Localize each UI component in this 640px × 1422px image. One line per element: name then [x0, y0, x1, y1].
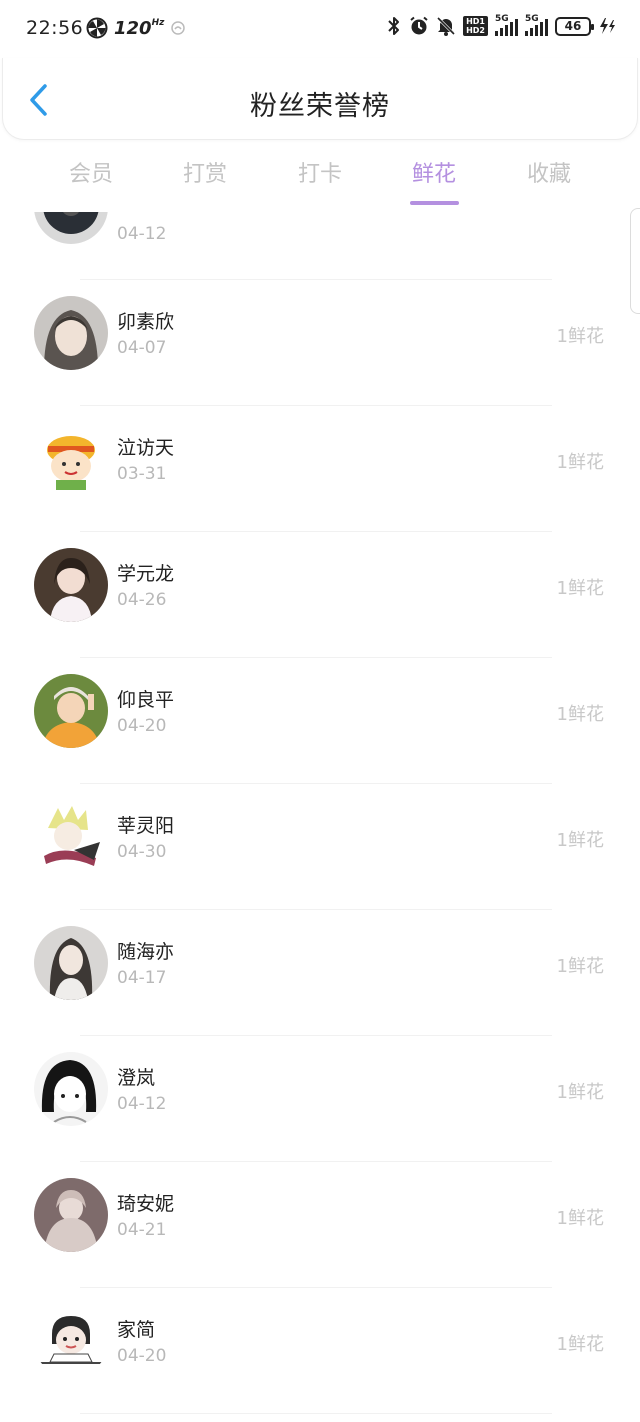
list-item-date: 03-31: [117, 464, 167, 484]
tab-members[interactable]: 会员: [46, 156, 136, 188]
tab-checkin[interactable]: 打卡: [275, 156, 365, 188]
avatar: [34, 674, 108, 748]
status-bar: 22:56 120Hz HD1 HD2 5G 5G 46: [0, 0, 640, 60]
list-item[interactable]: 泣访天 03-31 1鲜花: [0, 406, 640, 532]
list-item[interactable]: 澄岚 04-12 1鲜花: [0, 1036, 640, 1162]
status-right-icons: HD1 HD2 5G 5G 46: [386, 14, 618, 36]
alarm-icon: [410, 16, 428, 35]
list-item[interactable]: 莘灵阳 04-30 1鲜花: [0, 784, 640, 910]
list-item-name: 泣访天: [117, 437, 175, 459]
flower-count: 1鲜花: [556, 1208, 604, 1229]
avatar: [34, 926, 108, 1000]
header-bar: 粉丝荣誉榜: [2, 58, 638, 140]
tab-flowers[interactable]: 鲜花: [389, 156, 479, 188]
refresh-rate: 120Hz: [114, 17, 165, 39]
list-item[interactable]: 仰良平 04-20 1鲜花: [0, 658, 640, 784]
bluetooth-icon: [388, 17, 400, 35]
avatar: [34, 1178, 108, 1252]
list-item-name: 卯素欣: [117, 311, 175, 333]
avatar: [34, 548, 108, 622]
flower-count: 1鲜花: [556, 452, 604, 473]
flower-count: 1鲜花: [556, 956, 604, 977]
avatar: [34, 1304, 108, 1378]
list-item-date: 04-21: [117, 1220, 167, 1240]
list-item[interactable]: 卯素欣 04-07 1鲜花: [0, 280, 640, 406]
list-item-date: 04-17: [117, 968, 167, 988]
tab-favorites[interactable]: 收藏: [504, 156, 594, 188]
avatar: [34, 800, 108, 874]
row-divider: [80, 1413, 552, 1414]
signal-2-icon: 5G: [525, 14, 548, 36]
list-item[interactable]: 学元龙 04-26 1鲜花: [0, 532, 640, 658]
charging-icon: [600, 18, 615, 34]
avatar: [34, 212, 108, 244]
status-left-icons: 120Hz: [86, 17, 186, 39]
list-item[interactable]: 琦安妮 04-21 1鲜花: [0, 1162, 640, 1288]
list-item-date: 04-12: [117, 1094, 167, 1114]
list-item-name: 家简: [117, 1319, 156, 1341]
flower-count: 1鲜花: [556, 326, 604, 347]
hd-voice-badge: HD1 HD2: [463, 16, 488, 36]
list-item-date: 04-30: [117, 842, 167, 862]
flower-count: 1鲜花: [556, 830, 604, 851]
list-item[interactable]: 04-12: [0, 212, 640, 280]
list-item-date: 04-26: [117, 590, 167, 610]
flower-count: 1鲜花: [556, 1334, 604, 1355]
app-notification-icon: [171, 21, 186, 35]
list-item-date: 04-07: [117, 338, 167, 358]
list-item-name: 随海亦: [117, 941, 175, 963]
tab-rewards[interactable]: 打赏: [160, 156, 250, 188]
flower-count: 1鲜花: [556, 1082, 604, 1103]
flower-count: 1鲜花: [556, 704, 604, 725]
list-item-date: 04-20: [117, 1346, 167, 1366]
avatar: [34, 296, 108, 370]
tab-bar: 会员 打赏 打卡 鲜花 收藏: [0, 150, 640, 210]
signal-1-icon: 5G: [495, 14, 518, 36]
list-item-name: 澄岚: [117, 1067, 156, 1089]
list-item-name: 学元龙: [117, 563, 175, 585]
list-item-name: 莘灵阳: [117, 815, 175, 837]
page-title: 粉丝荣誉榜: [250, 91, 390, 122]
mute-bell-icon: [437, 16, 456, 36]
list-item-date: 04-20: [117, 716, 167, 736]
list-item-name: 仰良平: [117, 689, 175, 711]
battery-icon: 46: [555, 16, 594, 36]
list-item-date: 04-12: [117, 224, 167, 244]
status-time: 22:56: [26, 17, 84, 39]
fan-list: 04-12 卯素欣 04-07 1鲜花 泣访天 03-31 1鲜花 学元龙 04…: [0, 212, 640, 1422]
avatar: [34, 422, 108, 496]
avatar: [34, 1052, 108, 1126]
pinwheel-icon: [86, 17, 108, 39]
list-item[interactable]: 家简 04-20 1鲜花: [0, 1288, 640, 1414]
list-item[interactable]: 随海亦 04-17 1鲜花: [0, 910, 640, 1036]
list-item-name: 琦安妮: [117, 1193, 175, 1215]
flower-count: 1鲜花: [556, 578, 604, 599]
active-tab-indicator: [410, 201, 459, 205]
